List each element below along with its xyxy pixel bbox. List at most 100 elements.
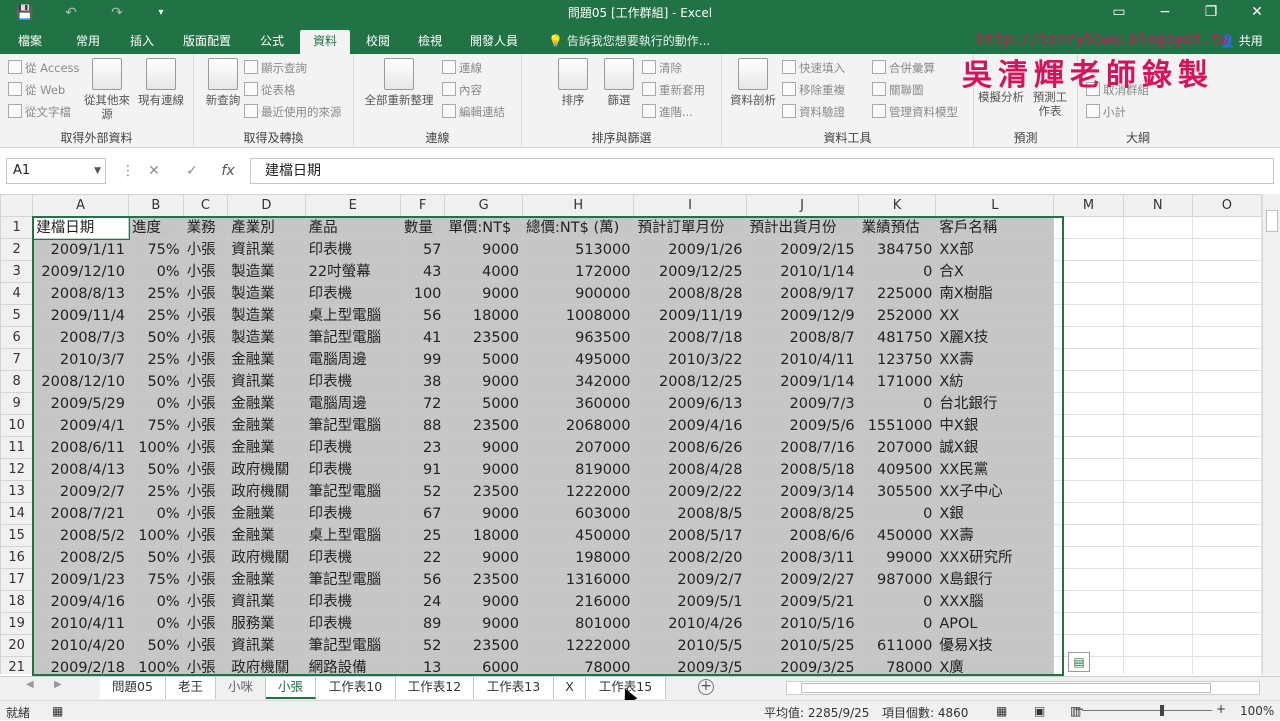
cell[interactable]: 216000 [522,590,635,613]
cell[interactable]: 2008/8/7 [745,326,859,349]
cell[interactable] [1122,656,1193,674]
cell[interactable]: 0 [857,502,937,525]
cell[interactable]: 2009/2/18 [32,656,129,674]
cell[interactable]: 金融業 [227,524,306,547]
cell[interactable] [1191,546,1262,569]
cell[interactable]: 小張 [182,436,229,459]
subtotal-button[interactable]: 小計 [1086,102,1126,122]
row-header[interactable]: 19 [0,612,34,635]
cell[interactable]: 金融業 [227,348,306,371]
column-header[interactable]: E [304,194,401,217]
ribbon-display-button[interactable]: ▭ [1096,0,1142,26]
tab-formulas[interactable]: 公式 [250,30,294,54]
row-header[interactable]: 7 [0,348,34,371]
cell[interactable]: 產品 [304,216,401,239]
sheet-tab[interactable]: 問題05 [100,677,166,699]
column-header[interactable]: K [857,194,937,217]
cell[interactable]: 筆記型電腦 [304,414,401,437]
cell[interactable]: 客戶名稱 [935,216,1055,239]
cell[interactable]: X麗X技 [935,326,1055,349]
tab-data[interactable]: 資料 [300,30,350,54]
cell[interactable]: 單價:NT$ [444,216,524,239]
next-sheet-icon[interactable]: ▶ [54,679,62,690]
cell[interactable] [1191,458,1262,481]
cell[interactable]: XX壽 [935,348,1055,371]
text-to-columns-button[interactable]: 資料剖析 [728,58,778,107]
cell[interactable]: 23500 [444,480,524,503]
cell[interactable]: 合X [935,260,1055,283]
cell[interactable]: 印表機 [304,502,401,525]
cell[interactable]: 1008000 [522,304,635,327]
cell[interactable] [1053,260,1124,283]
cell[interactable]: 2008/7/21 [32,502,129,525]
cell[interactable] [1191,590,1262,613]
from-access-button[interactable]: 從 Access [8,58,80,78]
cell[interactable]: 2008/7/18 [633,326,747,349]
cell[interactable]: 印表機 [304,436,401,459]
cell[interactable]: 2009/3/14 [745,480,859,503]
tab-review[interactable]: 校閱 [356,30,400,54]
cell[interactable]: 252000 [857,304,937,327]
column-header[interactable]: H [522,194,635,217]
cell[interactable]: 13 [399,656,446,674]
cell[interactable]: 2008/4/13 [32,458,129,481]
cell[interactable]: 100 [399,282,446,305]
insert-function-icon[interactable]: fx [216,160,240,182]
cell[interactable]: 72 [399,392,446,415]
manage-data-model-button[interactable]: 管理資料模型 [872,102,958,122]
cell[interactable]: 52 [399,480,446,503]
column-header[interactable]: A [32,194,129,217]
row-header[interactable]: 14 [0,502,34,525]
cell[interactable]: 2010/1/14 [745,260,859,283]
cell[interactable]: 金融業 [227,392,306,415]
cell[interactable]: 2009/7/3 [745,392,859,415]
cell[interactable]: APOL [935,612,1055,635]
cell[interactable] [1122,458,1193,481]
cell[interactable] [1122,392,1193,415]
cell[interactable]: 2010/4/26 [633,612,747,635]
cell[interactable]: XX民黨 [935,458,1055,481]
zoom-thumb[interactable] [1160,705,1164,716]
cell[interactable]: 2068000 [522,414,635,437]
cell[interactable] [1191,436,1262,459]
cell[interactable]: 資訊業 [227,370,306,393]
prev-sheet-icon[interactable]: ◀ [26,679,34,690]
cell[interactable] [1122,326,1193,349]
cell[interactable]: 78000 [522,656,635,674]
cell[interactable]: 9000 [444,370,524,393]
scroll-thumb[interactable] [1266,210,1278,232]
close-button[interactable]: ✕ [1234,0,1280,26]
cell[interactable]: 製造業 [227,304,306,327]
cell[interactable]: 611000 [857,634,937,657]
cell[interactable]: 小張 [182,568,229,591]
cell[interactable]: 總價:NT$ (萬) [522,216,635,239]
zoom-in-icon[interactable]: + [1216,702,1226,716]
cell[interactable]: 2009/1/23 [32,568,129,591]
cell[interactable]: 2009/1/26 [633,238,747,261]
cell[interactable] [1122,568,1193,591]
sheet-tab[interactable]: X [554,677,586,699]
cell[interactable]: 23500 [444,634,524,657]
cell[interactable] [1122,590,1193,613]
cell[interactable]: 2009/5/1 [633,590,747,613]
cell[interactable]: 資訊業 [227,590,306,613]
cell[interactable]: 2009/3/25 [745,656,859,674]
sheet-tab-active[interactable]: 小張 [266,677,316,699]
column-header[interactable]: J [745,194,859,217]
show-queries-button[interactable]: 顯示查詢 [244,58,307,78]
cell[interactable]: 9000 [444,238,524,261]
cell[interactable]: 75% [128,238,184,261]
cell[interactable]: 495000 [522,348,635,371]
cell[interactable] [1053,216,1124,239]
cell[interactable]: 誠X銀 [935,436,1055,459]
cell[interactable]: 進度 [128,216,184,239]
cell[interactable]: 0% [128,260,184,283]
chevron-down-icon[interactable]: ▼ [94,159,101,183]
cell[interactable]: 2010/5/16 [745,612,859,635]
cell[interactable]: 小張 [182,392,229,415]
cell[interactable]: XX [935,304,1055,327]
zoom-slider[interactable] [1082,710,1212,711]
cell[interactable]: 342000 [522,370,635,393]
cell[interactable]: 225000 [857,282,937,305]
cell[interactable]: XXX研究所 [935,546,1055,569]
